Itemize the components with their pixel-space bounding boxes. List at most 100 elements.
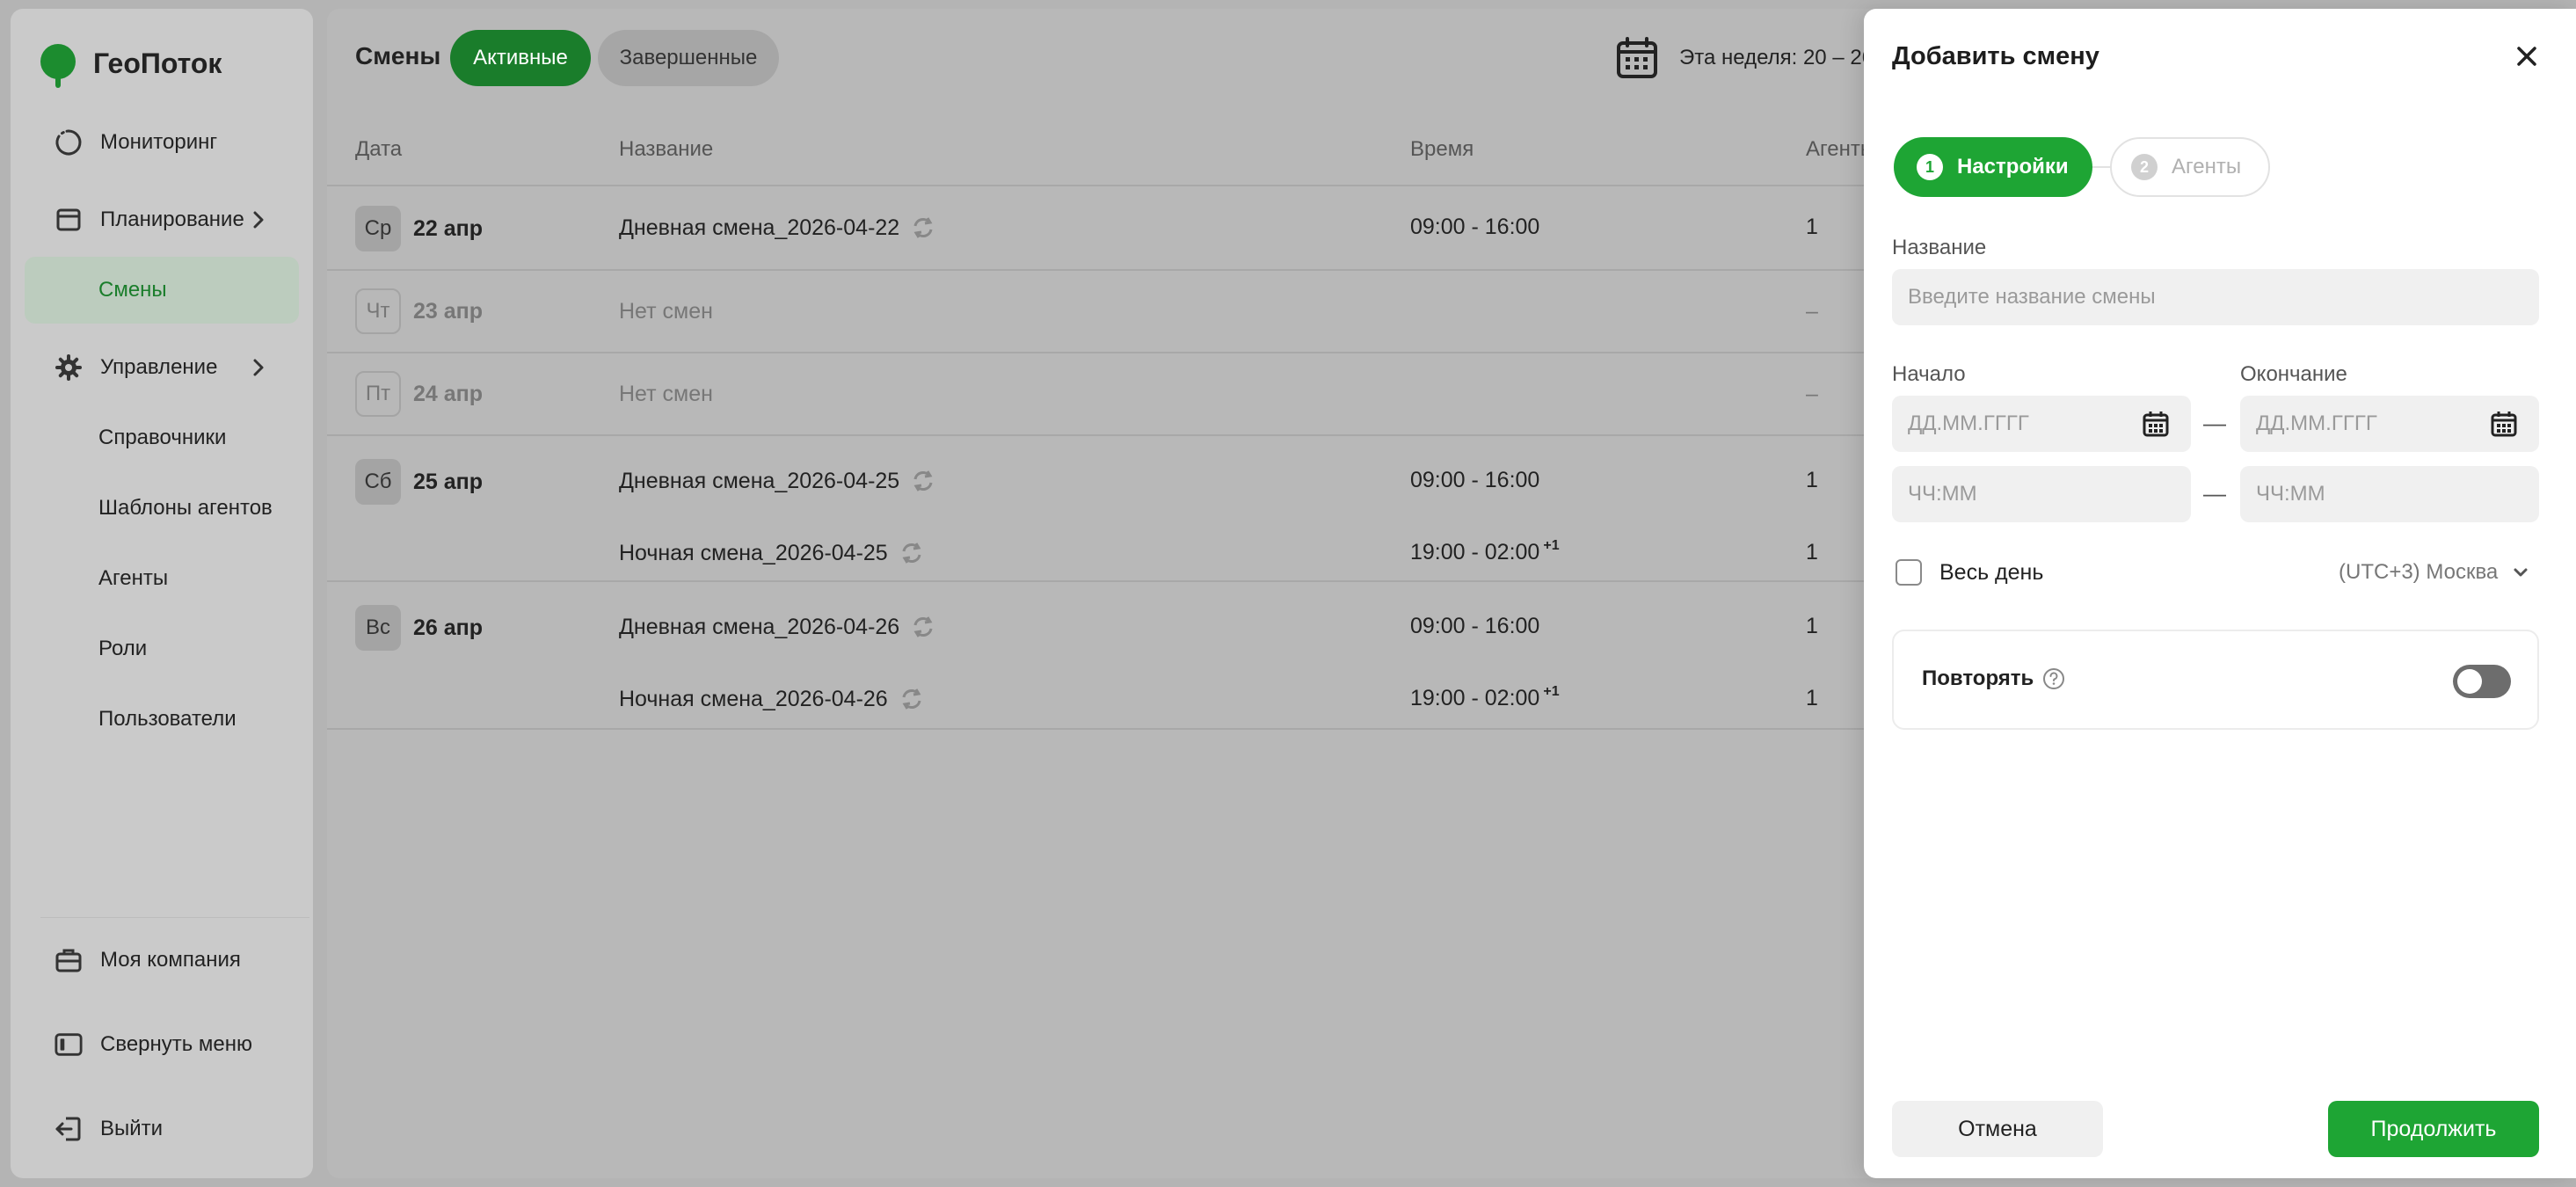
collapse-icon bbox=[55, 1030, 83, 1059]
column-header-name: Название bbox=[619, 137, 714, 161]
repeat-label-group: Повторять bbox=[1922, 666, 2065, 691]
date-range-dash: — bbox=[2203, 410, 2226, 436]
sidebar-item-agents[interactable]: Агенты bbox=[25, 545, 299, 612]
sidebar-divider bbox=[40, 917, 309, 918]
shift-agents: – bbox=[1806, 299, 1818, 324]
chevron-right-icon bbox=[253, 359, 264, 376]
shift-name-text: Дневная смена_2026-04-26 bbox=[619, 614, 900, 639]
repeat-card: Повторять bbox=[1892, 630, 2539, 730]
tab-active[interactable]: Активные bbox=[450, 30, 591, 86]
sidebar-item-label: Роли bbox=[98, 637, 148, 660]
sidebar-item-my-company[interactable]: Моя компания bbox=[25, 927, 299, 994]
briefcase-icon bbox=[55, 946, 83, 974]
sidebar-item-label: Смены bbox=[98, 278, 167, 302]
shift-name-text: Дневная смена_2026-04-25 bbox=[619, 468, 900, 493]
next-day-marker: +1 bbox=[1543, 537, 1560, 553]
shift-time-text: 19:00 - 02:00 bbox=[1410, 686, 1540, 710]
calendar-icon[interactable] bbox=[2142, 410, 2170, 438]
day-date: 25 апр bbox=[413, 470, 484, 494]
monitoring-icon bbox=[55, 128, 83, 157]
shift-time-text: 19:00 - 02:00 bbox=[1410, 540, 1540, 564]
end-time-input[interactable]: ЧЧ:ММ bbox=[2240, 466, 2539, 522]
timezone-value: (UTC+3) Москва bbox=[2339, 560, 2499, 584]
timezone-select[interactable]: (UTC+3) Москва bbox=[2339, 560, 2531, 585]
shift-time: 19:00 - 02:00 +1 bbox=[1410, 683, 1560, 711]
sidebar-item-directories[interactable]: Справочники bbox=[25, 404, 299, 471]
end-date-placeholder: ДД.ММ.ГГГГ bbox=[2256, 411, 2377, 435]
calendar-icon[interactable] bbox=[2490, 410, 2518, 438]
repeat-icon bbox=[913, 616, 933, 637]
weekday-badge: Ср bbox=[355, 206, 401, 251]
sidebar-item-shifts[interactable]: Смены bbox=[25, 257, 299, 324]
shift-agents: 1 bbox=[1806, 215, 1818, 239]
day-date: 22 апр bbox=[413, 216, 484, 241]
add-shift-panel: Добавить смену 1 Настройки 2 Агенты Назв… bbox=[1864, 9, 2576, 1178]
column-header-time: Время bbox=[1410, 137, 1474, 161]
repeat-icon bbox=[902, 543, 921, 564]
cancel-button[interactable]: Отмена bbox=[1892, 1101, 2103, 1157]
column-header-date: Дата bbox=[355, 137, 403, 161]
sidebar-item-management[interactable]: Управление bbox=[25, 334, 299, 401]
close-icon[interactable] bbox=[2513, 42, 2541, 70]
repeat-toggle[interactable] bbox=[2453, 665, 2511, 698]
sidebar-item-logout[interactable]: Выйти bbox=[25, 1096, 299, 1162]
calendar-icon bbox=[1617, 37, 1657, 78]
sidebar-item-label: Справочники bbox=[98, 426, 227, 449]
repeat-icon bbox=[913, 470, 933, 492]
shift-name-input[interactable]: Введите название смены bbox=[1892, 269, 2539, 325]
calendar-icon bbox=[55, 206, 83, 234]
sidebar-item-label: Свернуть меню bbox=[100, 1032, 253, 1056]
sidebar-item-monitoring[interactable]: Мониторинг bbox=[25, 109, 299, 176]
all-day-checkbox[interactable] bbox=[1896, 559, 1922, 586]
shift-agents: 1 bbox=[1806, 540, 1818, 564]
shift-time: 09:00 - 16:00 bbox=[1410, 468, 1540, 492]
shift-name[interactable]: Дневная смена_2026-04-25 bbox=[619, 468, 936, 494]
step-settings[interactable]: 1 Настройки bbox=[1894, 137, 2092, 197]
shift-name[interactable]: Ночная смена_2026-04-26 bbox=[619, 686, 925, 712]
chevron-down-icon bbox=[2514, 568, 2528, 577]
time-range-dash: — bbox=[2203, 480, 2226, 506]
step-number: 1 bbox=[1917, 154, 1943, 180]
sidebar-item-agent-templates[interactable]: Шаблоны агентов bbox=[25, 475, 299, 542]
sidebar-item-users[interactable]: Пользователи bbox=[25, 686, 299, 753]
name-label: Название bbox=[1892, 236, 1987, 259]
sidebar-item-label: Агенты bbox=[98, 566, 169, 590]
weekday-badge: Чт bbox=[355, 288, 401, 334]
next-day-marker: +1 bbox=[1543, 683, 1560, 699]
shift-name[interactable]: Дневная смена_2026-04-26 bbox=[619, 614, 936, 640]
all-day-label[interactable]: Весь день bbox=[1939, 560, 2043, 586]
weekday-badge: Пт bbox=[355, 371, 401, 417]
continue-button[interactable]: Продолжить bbox=[2328, 1101, 2539, 1157]
shift-name-text: Ночная смена_2026-04-25 bbox=[619, 540, 888, 565]
sidebar-item-collapse-menu[interactable]: Свернуть меню bbox=[25, 1011, 299, 1078]
tab-completed[interactable]: Завершенные bbox=[598, 30, 779, 86]
shift-agents: – bbox=[1806, 382, 1818, 406]
shift-time: 19:00 - 02:00 +1 bbox=[1410, 537, 1560, 565]
shift-agents: 1 bbox=[1806, 468, 1818, 492]
no-shifts-label: Нет смен bbox=[619, 299, 713, 324]
gear-icon bbox=[55, 353, 83, 382]
help-icon[interactable] bbox=[2042, 667, 2065, 690]
sidebar-item-label: Мониторинг bbox=[100, 130, 218, 154]
shift-name[interactable]: Ночная смена_2026-04-25 bbox=[619, 540, 925, 566]
app-logo[interactable]: ГеоПоток bbox=[40, 44, 222, 88]
start-date-input[interactable]: ДД.ММ.ГГГГ bbox=[1892, 396, 2191, 452]
start-label: Начало bbox=[1892, 362, 1966, 386]
sidebar-item-roles[interactable]: Роли bbox=[25, 615, 299, 682]
shift-time: 09:00 - 16:00 bbox=[1410, 215, 1540, 239]
week-selector[interactable]: Эта неделя: 20 – 26 bbox=[1614, 30, 1874, 86]
sidebar-item-planning[interactable]: Планирование bbox=[25, 186, 299, 253]
step-number: 2 bbox=[2131, 154, 2158, 180]
no-shifts-label: Нет смен bbox=[619, 382, 713, 406]
weekday-badge: Сб bbox=[355, 459, 401, 505]
end-date-input[interactable]: ДД.ММ.ГГГГ bbox=[2240, 396, 2539, 452]
shift-name[interactable]: Дневная смена_2026-04-22 bbox=[619, 215, 936, 241]
step-agents[interactable]: 2 Агенты bbox=[2110, 137, 2270, 197]
chevron-right-icon bbox=[253, 211, 264, 229]
sidebar-item-label: Моя компания bbox=[100, 948, 241, 972]
tree-logo-icon bbox=[40, 44, 76, 88]
repeat-icon bbox=[913, 217, 933, 238]
day-date: 26 апр bbox=[413, 615, 484, 640]
sidebar-item-label: Управление bbox=[100, 355, 218, 379]
start-time-input[interactable]: ЧЧ:ММ bbox=[1892, 466, 2191, 522]
